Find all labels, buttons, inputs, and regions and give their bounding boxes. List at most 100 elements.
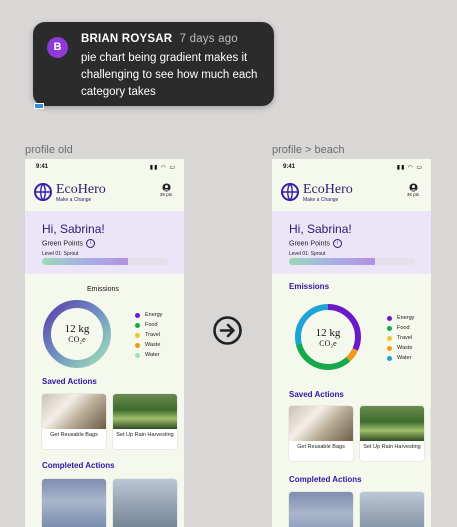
emissions-donut-segmented: 12 kg CO₂e bbox=[294, 299, 362, 375]
globe-icon bbox=[281, 183, 299, 201]
emissions-title: Emissions bbox=[289, 282, 330, 291]
legend-label: Waste bbox=[397, 345, 413, 351]
beach-cleanup-image bbox=[289, 492, 353, 527]
completed-actions-title: Completed Actions bbox=[42, 461, 115, 470]
comment-bubble[interactable]: B BRIAN ROYSAR 7 days ago pie chart bein… bbox=[33, 22, 274, 106]
beach-image bbox=[113, 479, 177, 527]
saved-actions-title: Saved Actions bbox=[42, 377, 97, 386]
status-icons: ▮▮ ◠ ▭ bbox=[149, 165, 176, 171]
brand-name: EcoHero bbox=[56, 182, 106, 197]
legend-dot bbox=[135, 332, 140, 338]
legend-item: Water bbox=[387, 353, 414, 363]
emissions-legend: Energy Food Travel Waste Water bbox=[387, 313, 414, 363]
total-unit: CO₂e bbox=[68, 335, 86, 344]
legend-item: Water bbox=[135, 350, 162, 360]
legend-item: Food bbox=[135, 320, 162, 330]
level-label: Level 01: Sprout bbox=[42, 251, 79, 257]
legend-dot bbox=[135, 322, 140, 328]
completed-card[interactable] bbox=[42, 479, 106, 527]
legend-label: Food bbox=[397, 325, 410, 331]
total-value: 12 kg bbox=[64, 323, 90, 335]
reusable-bags-image bbox=[42, 394, 106, 429]
commenter-avatar: B bbox=[47, 37, 68, 58]
action-card-reusable-bags[interactable]: Get Reusable Bags bbox=[42, 394, 106, 449]
profile-button[interactable]: 35 pts bbox=[156, 183, 176, 197]
user-icon bbox=[161, 183, 171, 192]
status-bar: 9:41 ▮▮ ◠ ▭ bbox=[272, 159, 431, 175]
total-value: 12 kg bbox=[315, 327, 341, 339]
level-progress-fill bbox=[42, 258, 128, 265]
action-card-label: Get Reusable Bags bbox=[50, 432, 98, 438]
legend-item: Travel bbox=[135, 330, 162, 340]
completed-actions-title: Completed Actions bbox=[289, 475, 362, 484]
emissions-title: Emissions bbox=[87, 286, 119, 293]
comment-header: BRIAN ROYSAR 7 days ago bbox=[81, 33, 238, 45]
completed-card[interactable] bbox=[360, 492, 424, 527]
completed-actions-list bbox=[289, 492, 424, 527]
status-bar: 9:41 ▮▮ ◠ ▭ bbox=[25, 159, 184, 175]
green-points-text: Green Points bbox=[289, 240, 330, 248]
action-card-rain-harvesting[interactable]: Set Up Rain Harvesting bbox=[360, 406, 424, 461]
legend-item: Waste bbox=[387, 343, 414, 353]
comment-time: 7 days ago bbox=[179, 33, 238, 45]
rain-harvesting-image bbox=[113, 394, 177, 429]
legend-dot bbox=[387, 325, 392, 331]
status-time: 9:41 bbox=[283, 164, 296, 170]
info-icon[interactable]: i bbox=[332, 239, 342, 248]
donut-center: 12 kg CO₂e bbox=[294, 327, 362, 348]
donut-center: 12 kg CO₂e bbox=[42, 323, 112, 344]
greeting: Hi, Sabrina! bbox=[42, 222, 105, 236]
legend-dot bbox=[135, 312, 140, 318]
total-unit: CO₂e bbox=[319, 339, 337, 348]
reusable-bags-image bbox=[289, 406, 353, 441]
legend-item: Food bbox=[387, 323, 414, 333]
legend-dot bbox=[387, 315, 392, 321]
green-points-label: Green Points i bbox=[289, 239, 342, 248]
level-progress-bar bbox=[42, 258, 168, 265]
brand-tagline: Make a Change bbox=[56, 197, 92, 203]
brand-tagline: Make a Change bbox=[303, 197, 339, 203]
profile-button[interactable]: 35 pts bbox=[403, 183, 423, 197]
legend-label: Travel bbox=[397, 335, 413, 341]
info-icon[interactable]: i bbox=[85, 239, 95, 248]
action-card-reusable-bags[interactable]: Get Reusable Bags bbox=[289, 406, 353, 461]
legend-item: Energy bbox=[135, 310, 162, 320]
green-points-text: Green Points bbox=[42, 240, 83, 248]
legend-label: Waste bbox=[145, 342, 161, 348]
beach-image bbox=[360, 492, 424, 527]
greeting-card: Hi, Sabrina! Green Points i Level 01: Spr… bbox=[25, 211, 184, 274]
saved-actions-list: Get Reusable Bags Set Up Rain Harvesting bbox=[289, 406, 431, 461]
action-card-rain-harvesting[interactable]: Set Up Rain Harvesting bbox=[113, 394, 177, 449]
brand-name: EcoHero bbox=[303, 182, 353, 197]
status-time: 9:41 bbox=[36, 164, 49, 170]
saved-actions-list: Get Reusable Bags Set Up Rain Harvesting bbox=[42, 394, 177, 449]
beach-cleanup-image bbox=[42, 479, 106, 527]
comment-author: BRIAN ROYSAR bbox=[81, 33, 173, 45]
legend-dot bbox=[387, 335, 392, 341]
points-badge: 35 pts bbox=[159, 192, 173, 197]
legend-item: Travel bbox=[387, 333, 414, 343]
frame-label-new[interactable]: profile > beach bbox=[272, 144, 344, 156]
emissions-donut-gradient: 12 kg CO₂e bbox=[42, 299, 112, 369]
emissions-legend: Energy Food Travel Waste Water bbox=[135, 310, 162, 360]
action-card-label: Set Up Rain Harvesting bbox=[363, 444, 421, 450]
level-progress-bar bbox=[289, 258, 415, 265]
legend-label: Travel bbox=[145, 332, 161, 338]
legend-item: Energy bbox=[387, 313, 414, 323]
legend-dot bbox=[135, 352, 140, 358]
level-progress-fill bbox=[289, 258, 375, 265]
comment-pin-handle[interactable] bbox=[34, 103, 44, 109]
completed-card[interactable] bbox=[289, 492, 353, 527]
green-points-label: Green Points i bbox=[42, 239, 95, 248]
legend-label: Water bbox=[397, 355, 412, 361]
level-label: Level 01: Sprout bbox=[289, 251, 326, 257]
frame-label-old[interactable]: profile old bbox=[25, 144, 73, 156]
points-badge: 35 pts bbox=[406, 192, 420, 197]
phone-frame-beach: 9:41 ▮▮ ◠ ▭ EcoHero Make a Change 35 pts… bbox=[272, 159, 431, 527]
phone-frame-old: 9:41 ▮▮ ◠ ▭ EcoHero Make a Change 35 pts… bbox=[25, 159, 184, 527]
action-card-label: Get Reusable Bags bbox=[297, 444, 345, 450]
legend-label: Water bbox=[145, 352, 160, 358]
globe-icon bbox=[34, 183, 52, 201]
completed-card[interactable] bbox=[113, 479, 177, 527]
legend-dot bbox=[387, 345, 392, 351]
